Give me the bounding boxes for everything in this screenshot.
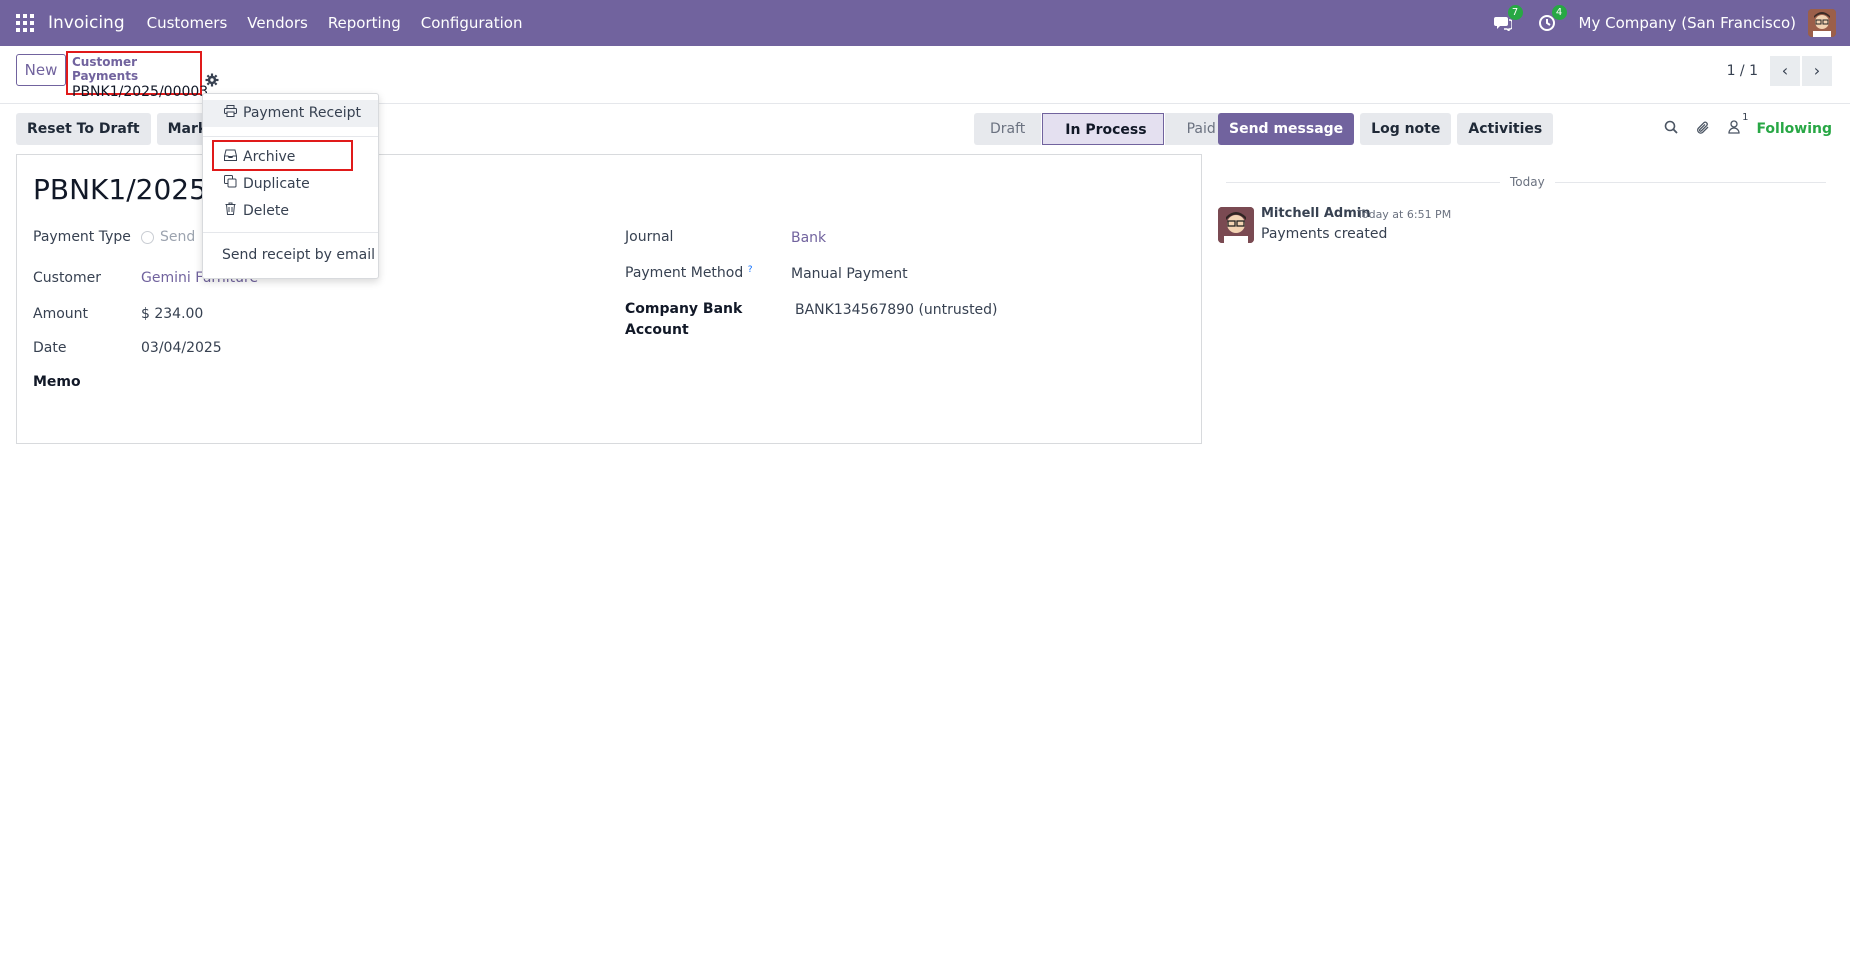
print-icon [223, 100, 237, 127]
send-message-button[interactable]: Send message [1218, 113, 1355, 145]
menu-vendors[interactable]: Vendors [247, 14, 308, 32]
chatter-buttons: Send message Log note Activities [1218, 113, 1559, 145]
company-bank-label-line2: Account [625, 322, 689, 338]
trash-icon [223, 198, 237, 225]
activities-clock-icon[interactable]: 4 [1535, 5, 1567, 35]
payment-type-label: Payment Type [33, 229, 131, 245]
breadcrumb-parent[interactable]: Customer Payments [72, 55, 196, 83]
follower-count: 1 [1742, 112, 1749, 123]
gear-icon[interactable] [205, 73, 219, 87]
message-timestamp: Today at 6:51 PM [1357, 208, 1452, 221]
archive-highlight-box [212, 140, 353, 171]
journal-field[interactable]: Bank [791, 230, 826, 246]
pager-previous-button[interactable]: ‹ [1770, 56, 1800, 86]
followers-icon[interactable]: 1 [1728, 112, 1748, 138]
author-avatar[interactable] [1218, 207, 1254, 243]
menu-item-delete[interactable]: Delete [203, 198, 378, 225]
pager-value[interactable]: 1 / 1 [1727, 63, 1758, 79]
menu-divider [203, 232, 378, 233]
payment-method-field[interactable]: Manual Payment [791, 266, 908, 282]
message-author[interactable]: Mitchell Admin [1261, 206, 1370, 221]
menu-divider [203, 136, 378, 137]
pager: 1 / 1 ‹ › [1727, 56, 1832, 86]
search-icon[interactable] [1664, 120, 1679, 138]
menu-configuration[interactable]: Configuration [421, 14, 523, 32]
breadcrumb-current: PBNK1/2025/00003 [72, 84, 209, 100]
company-bank-label-line1: Company Bank [625, 301, 743, 317]
paperclip-icon[interactable] [1696, 120, 1710, 139]
following-button[interactable]: Following [1756, 121, 1832, 137]
messages-badge: 7 [1507, 5, 1523, 20]
apps-menu-icon[interactable] [16, 13, 36, 33]
company-switcher[interactable]: My Company (San Francisco) [1579, 14, 1796, 32]
log-note-button[interactable]: Log note [1360, 113, 1452, 145]
status-stages: Draft In Process Paid [974, 113, 1233, 145]
reset-to-draft-button[interactable]: Reset To Draft [16, 113, 151, 145]
payment-type-value: Send [160, 229, 196, 245]
form-sheet: PBNK1/2025/ Payment Type Send Customer G… [16, 154, 1202, 444]
stage-in-process[interactable]: In Process [1042, 113, 1164, 145]
menu-item-send-receipt-by-email[interactable]: Send receipt by email [203, 242, 378, 269]
company-bank-label: Company Bank Account [625, 299, 742, 341]
action-menu-dropdown: Payment Receipt Archive Duplicate Delete… [202, 93, 379, 279]
date-separator-label: Today [1500, 175, 1555, 189]
record-title: PBNK1/2025/ [33, 173, 217, 206]
menu-customers[interactable]: Customers [147, 14, 228, 32]
amount-field[interactable]: $ 234.00 [141, 306, 203, 322]
stage-draft[interactable]: Draft [974, 113, 1042, 145]
menu-item-label: Duplicate [243, 176, 310, 192]
radio-icon[interactable] [141, 230, 154, 244]
messages-icon[interactable]: 7 [1491, 5, 1523, 35]
journal-label: Journal [625, 229, 674, 245]
menu-reporting[interactable]: Reporting [328, 14, 401, 32]
app-name[interactable]: Invoicing [48, 13, 125, 33]
menu-item-label: Payment Receipt [243, 105, 362, 121]
date-label: Date [33, 340, 67, 356]
main-menu: Customers Vendors Reporting Configuratio… [147, 14, 543, 32]
breadcrumb: Customer Payments PBNK1/2025/00003 [66, 51, 208, 100]
company-bank-field[interactable]: BANK134567890 (untrusted) [795, 302, 998, 318]
user-avatar[interactable] [1808, 9, 1836, 37]
date-field[interactable]: 03/04/2025 [141, 340, 222, 356]
help-icon[interactable]: ? [748, 265, 753, 275]
customer-label: Customer [33, 270, 102, 286]
amount-label: Amount [33, 306, 89, 322]
payment-method-label: Payment Method ? [625, 265, 752, 281]
copy-icon [223, 171, 237, 198]
activities-button[interactable]: Activities [1457, 113, 1554, 145]
top-navbar: Invoicing Customers Vendors Reporting Co… [0, 0, 1850, 46]
message-body: Payments created [1261, 226, 1388, 242]
menu-item-duplicate[interactable]: Duplicate [203, 171, 378, 198]
payment-type-radio[interactable]: Send [141, 229, 195, 245]
activities-badge: 4 [1551, 5, 1567, 20]
memo-label: Memo [33, 374, 81, 390]
chatter-tools: 1 Following [1646, 112, 1832, 145]
menu-item-label: Delete [243, 203, 289, 219]
payment-method-label-text: Payment Method [625, 265, 744, 281]
pager-next-button[interactable]: › [1802, 56, 1832, 86]
menu-item-payment-receipt[interactable]: Payment Receipt [203, 100, 378, 127]
new-button[interactable]: New [16, 54, 66, 86]
